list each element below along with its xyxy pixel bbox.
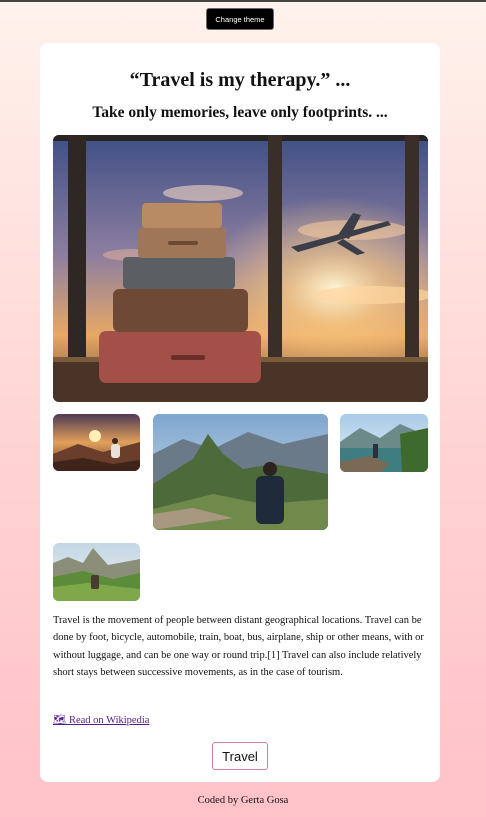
gallery-image-lake (340, 414, 428, 472)
content-card: “Travel is my therapy.” ... Take only me… (40, 43, 440, 782)
hero-image (53, 135, 428, 402)
footer-credit: Coded by Gerta Gosa (197, 795, 289, 806)
top-border-line (0, 0, 486, 2)
travel-button[interactable]: Travel (212, 742, 268, 770)
travel-description: Travel is the movement of people between… (53, 615, 424, 678)
change-theme-button[interactable]: Change theme (206, 8, 274, 30)
page-title: “Travel is my therapy.” ... (129, 69, 351, 91)
wikipedia-link[interactable]: 🗺 Read on Wikipedia (53, 713, 149, 726)
gallery-image-sunset (53, 414, 140, 471)
gallery-image-valley (53, 543, 140, 601)
gallery-image-machu-picchu (153, 414, 328, 530)
page-subtitle: Take only memories, leave only footprint… (92, 104, 388, 121)
